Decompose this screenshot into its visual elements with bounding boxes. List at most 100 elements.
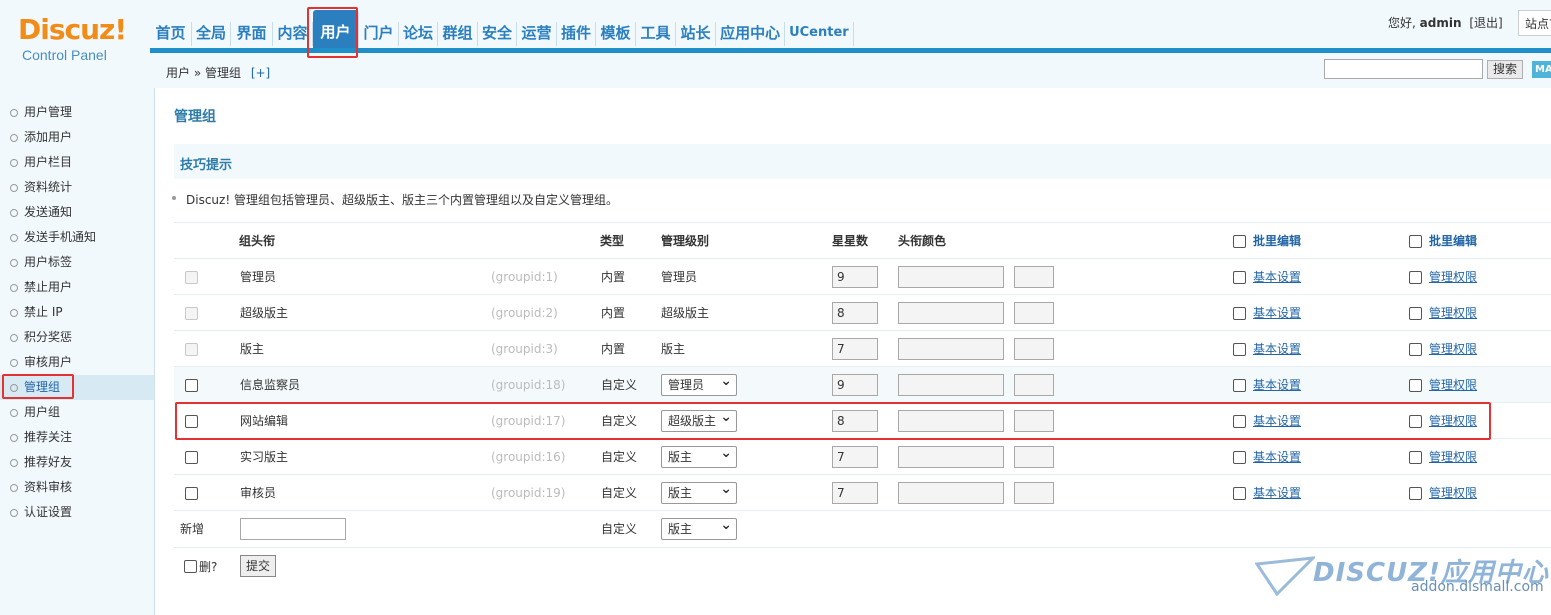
stars-input[interactable]: 9 [832,266,878,288]
stars-input[interactable]: 7 [832,338,878,360]
basic-settings-link[interactable]: 基本设置 [1253,367,1301,403]
nav-item[interactable]: 论坛 [399,22,439,46]
color-swatch[interactable] [1014,338,1054,360]
permissions-link[interactable]: 管理权限 [1429,259,1477,295]
color-input[interactable] [898,338,1004,360]
col-batch-basic[interactable]: 批里编辑 [1253,223,1301,259]
sidebar-item[interactable]: 认证设置 [0,500,154,525]
sidebar-item[interactable]: 发送手机通知 [0,225,154,250]
basic-settings-link[interactable]: 基本设置 [1253,259,1301,295]
basic-settings-checkbox[interactable] [1233,379,1246,392]
nav-item[interactable]: 运营 [517,22,558,46]
basic-settings-checkbox[interactable] [1233,451,1246,464]
color-input[interactable] [898,266,1004,288]
nav-item[interactable]: 首页 [150,22,192,46]
basic-settings-link[interactable]: 基本设置 [1253,331,1301,367]
logout-link[interactable]: [退出] [1469,16,1502,30]
sidebar-item[interactable]: 积分奖惩 [0,325,154,350]
batch-edit-perm-checkbox[interactable] [1409,235,1422,248]
ma-button[interactable]: MA [1532,61,1551,78]
new-level-select[interactable]: 版主 [661,515,737,540]
color-swatch[interactable] [1014,374,1054,396]
batch-edit-basic-checkbox[interactable] [1233,235,1246,248]
sidebar-item[interactable]: 用户栏目 [0,150,154,175]
permissions-link[interactable]: 管理权限 [1429,367,1477,403]
nav-item[interactable]: 安全 [478,22,518,46]
nav-item[interactable]: 模板 [596,22,637,46]
permissions-checkbox[interactable] [1409,343,1422,356]
sidebar-item[interactable]: 推荐关注 [0,425,154,450]
level-select[interactable]: 管理员 [661,371,737,396]
permissions-checkbox[interactable] [1409,451,1422,464]
basic-settings-checkbox[interactable] [1233,271,1246,284]
permissions-link[interactable]: 管理权限 [1429,475,1477,511]
table-row: 信息监察员 (groupid:18) 自定义 管理员 9 基本设置 管理权限 [174,367,1551,403]
new-label: 新增 [180,522,205,536]
permissions-link[interactable]: 管理权限 [1429,295,1477,331]
sidebar-item[interactable]: 推荐好友 [0,450,154,475]
basic-settings-link[interactable]: 基本设置 [1253,295,1301,331]
nav-item[interactable]: 门户 [359,22,400,46]
site-select[interactable]: 站点首 [1518,10,1551,36]
color-swatch[interactable] [1014,446,1054,468]
color-swatch[interactable] [1014,482,1054,504]
level-select[interactable]: 版主 [661,479,737,504]
nav-item[interactable]: 应用中心 [716,22,786,46]
sidebar-menu: 用户管理 添加用户 用户栏目 资料统计 发送通知 发送手机通知 用户标签 禁止用户 禁止 IP 积… [0,100,154,525]
row-select-checkbox [185,271,198,284]
nav-item[interactable]: UCenter [785,22,854,46]
search-input[interactable] [1324,59,1483,79]
sidebar-item[interactable]: 禁止 IP [0,300,154,325]
sidebar-item[interactable]: 发送通知 [0,200,154,225]
nav-item[interactable]: 插件 [557,22,597,46]
sidebar-item[interactable]: 资料统计 [0,175,154,200]
stars-input[interactable]: 7 [832,482,878,504]
basic-settings-link[interactable]: 基本设置 [1253,475,1301,511]
permissions-checkbox[interactable] [1409,379,1422,392]
sidebar-item[interactable]: 禁止用户 [0,275,154,300]
sidebar-item[interactable]: 审核用户 [0,350,154,375]
basic-settings-link[interactable]: 基本设置 [1253,439,1301,475]
stars-input[interactable]: 8 [832,302,878,324]
nav-item[interactable]: 工具 [636,22,677,46]
breadcrumb: 用户 » 管理组 [+] [166,64,270,81]
sidebar-item[interactable]: 用户组 [0,400,154,425]
color-input[interactable] [898,374,1004,396]
nav-item[interactable]: 界面 [231,22,274,46]
nav-item[interactable]: 站长 [676,22,717,46]
permissions-link[interactable]: 管理权限 [1429,331,1477,367]
nav-item[interactable]: 群组 [438,22,479,46]
color-swatch[interactable] [1014,266,1054,288]
tips-header: 技巧提示 [174,144,1551,179]
basic-settings-checkbox[interactable] [1233,487,1246,500]
basic-settings-checkbox[interactable] [1233,307,1246,320]
row-select-checkbox[interactable] [185,379,198,392]
permissions-link[interactable]: 管理权限 [1429,439,1477,475]
permissions-checkbox[interactable] [1409,487,1422,500]
color-swatch[interactable] [1014,302,1054,324]
stars-input[interactable]: 7 [832,446,878,468]
row-select-checkbox[interactable] [185,451,198,464]
color-input[interactable] [898,482,1004,504]
search-button[interactable]: 搜索 [1487,60,1523,79]
color-input[interactable] [898,302,1004,324]
submit-button[interactable]: 提交 [240,555,276,577]
sidebar-item[interactable]: 添加用户 [0,125,154,150]
delete-checkbox[interactable] [184,560,197,573]
permissions-checkbox[interactable] [1409,271,1422,284]
level-select[interactable]: 版主 [661,443,737,468]
logo[interactable]: Discuz! Control Panel [18,14,127,64]
stars-input[interactable]: 9 [832,374,878,396]
new-group-title-input[interactable] [240,518,346,540]
permissions-checkbox[interactable] [1409,307,1422,320]
col-batch-perm[interactable]: 批里编辑 [1429,223,1477,259]
nav-item[interactable]: 全局 [192,22,232,46]
basic-settings-checkbox[interactable] [1233,343,1246,356]
row-select-checkbox[interactable] [185,487,198,500]
sidebar-item[interactable]: 用户标签 [0,250,154,275]
sidebar-item[interactable]: 资料审核 [0,475,154,500]
add-shortcut-link[interactable]: [+] [251,66,270,80]
sidebar-item[interactable]: 用户管理 [0,100,154,125]
color-input[interactable] [898,446,1004,468]
tips-text: Discuz! 管理组包括管理员、超级版主、版主三个内置管理组以及自定义管理组。 [172,193,618,207]
